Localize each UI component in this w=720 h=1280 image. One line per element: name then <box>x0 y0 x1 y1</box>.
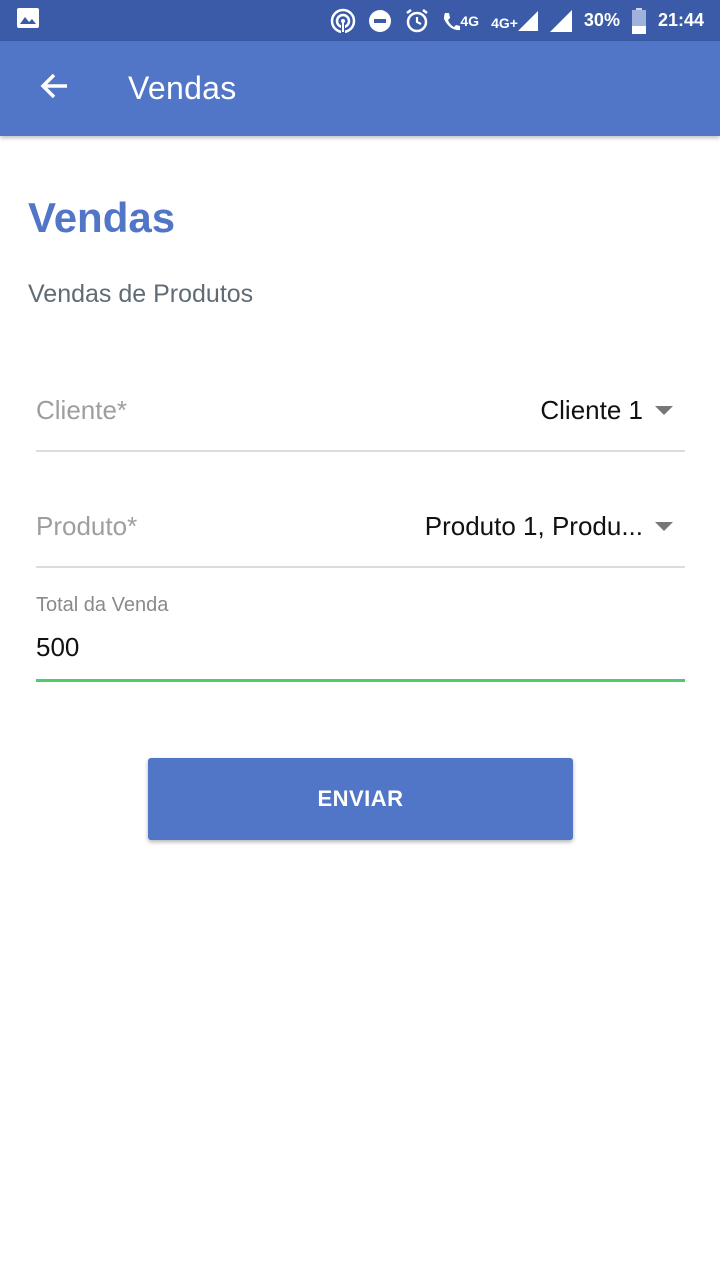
page-subtitle: Vendas de Produtos <box>28 280 254 308</box>
total-venda-label: Total da Venda <box>36 594 169 616</box>
dropdown-arrow-icon <box>655 405 673 415</box>
battery-icon <box>631 7 646 34</box>
volte-call-icon <box>442 9 461 33</box>
signal-icon <box>517 10 538 31</box>
total-venda-input[interactable] <box>36 632 685 663</box>
alarm-icon <box>404 8 430 34</box>
network-4g-plus-label: 4G+ <box>491 14 518 31</box>
cliente-value: Cliente 1 <box>540 394 643 425</box>
image-icon <box>16 7 40 35</box>
produto-value: Produto 1, Produ... <box>424 510 643 541</box>
dropdown-arrow-icon <box>655 521 673 531</box>
total-venda-field: Total da Venda <box>36 582 685 682</box>
battery-percent: 30% <box>583 10 620 30</box>
back-button[interactable] <box>26 61 82 117</box>
cliente-label: Cliente* <box>36 394 128 425</box>
status-bar: 4G 4G+ 30% 21:44 <box>0 0 720 41</box>
cliente-select[interactable]: Cliente* Cliente 1 <box>36 370 685 452</box>
produto-label: Produto* <box>36 510 138 541</box>
do-not-disturb-icon <box>368 9 392 33</box>
network-4g-small-label: 4G <box>460 12 480 29</box>
enviar-button[interactable]: ENVIAR <box>148 758 573 840</box>
page-title: Vendas <box>28 194 176 241</box>
arrow-back-icon <box>38 70 70 107</box>
app-bar-title: Vendas <box>128 70 237 106</box>
produto-select[interactable]: Produto* Produto 1, Produ... <box>36 486 685 568</box>
clock: 21:44 <box>657 10 704 30</box>
hotspot-icon <box>330 8 356 34</box>
app-bar: Vendas <box>0 41 720 136</box>
signal-icon <box>549 9 572 32</box>
